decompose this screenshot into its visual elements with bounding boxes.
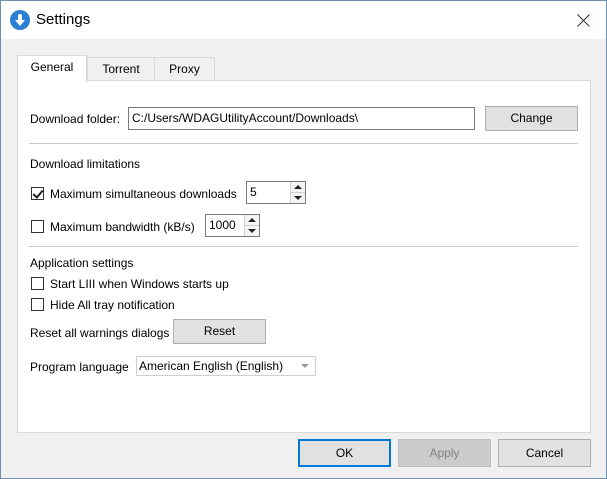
max-downloads-spin xyxy=(290,182,305,203)
change-folder-button[interactable]: Change xyxy=(485,106,578,131)
settings-dialog: Settings General Torrent Proxy Download … xyxy=(0,0,607,479)
max-downloads-label: Maximum simultaneous downloads xyxy=(50,187,237,201)
general-panel: Download folder: C:/Users/WDAGUtilityAcc… xyxy=(17,80,591,433)
program-language-value: American English (English) xyxy=(139,359,284,373)
hide-tray-checkbox[interactable] xyxy=(31,298,44,311)
title-bar: Settings xyxy=(1,1,606,39)
tab-general[interactable]: General xyxy=(17,55,87,82)
download-limitations-heading: Download limitations xyxy=(30,157,141,171)
close-icon[interactable] xyxy=(561,5,607,35)
cancel-button[interactable]: Cancel xyxy=(498,439,591,467)
tab-proxy[interactable]: Proxy xyxy=(154,57,215,80)
apply-button[interactable]: Apply xyxy=(398,439,491,467)
application-settings-heading: Application settings xyxy=(30,256,134,270)
divider xyxy=(29,143,578,144)
chevron-down-icon[interactable] xyxy=(291,193,305,204)
window-title: Settings xyxy=(36,11,91,28)
ok-button[interactable]: OK xyxy=(298,439,391,467)
divider xyxy=(29,246,578,247)
max-bandwidth-label: Maximum bandwidth (kB/s) xyxy=(50,220,195,234)
download-folder-label: Download folder: xyxy=(30,112,121,126)
max-bandwidth-spin xyxy=(244,215,259,236)
program-language-select[interactable]: American English (English) xyxy=(136,356,316,376)
max-downloads-checkbox[interactable] xyxy=(31,187,44,200)
download-folder-input[interactable]: C:/Users/WDAGUtilityAccount/Downloads\ xyxy=(128,107,475,130)
max-bandwidth-checkbox[interactable] xyxy=(31,220,44,233)
max-bandwidth-value: 1000 xyxy=(209,218,236,232)
tab-torrent[interactable]: Torrent xyxy=(87,57,155,80)
max-downloads-value: 5 xyxy=(250,185,257,199)
start-on-boot-label: Start LIII when Windows starts up xyxy=(50,277,229,291)
hide-tray-label: Hide All tray notification xyxy=(50,298,175,312)
program-language-label: Program language xyxy=(30,360,129,374)
chevron-up-icon[interactable] xyxy=(291,182,305,193)
reset-warnings-label: Reset all warnings dialogs xyxy=(30,326,170,340)
chevron-down-icon[interactable] xyxy=(245,226,259,237)
reset-warnings-button[interactable]: Reset xyxy=(173,319,266,344)
start-on-boot-checkbox[interactable] xyxy=(31,277,44,290)
chevron-up-icon[interactable] xyxy=(245,215,259,226)
chevron-down-icon xyxy=(301,364,309,368)
app-logo-icon xyxy=(10,10,30,30)
